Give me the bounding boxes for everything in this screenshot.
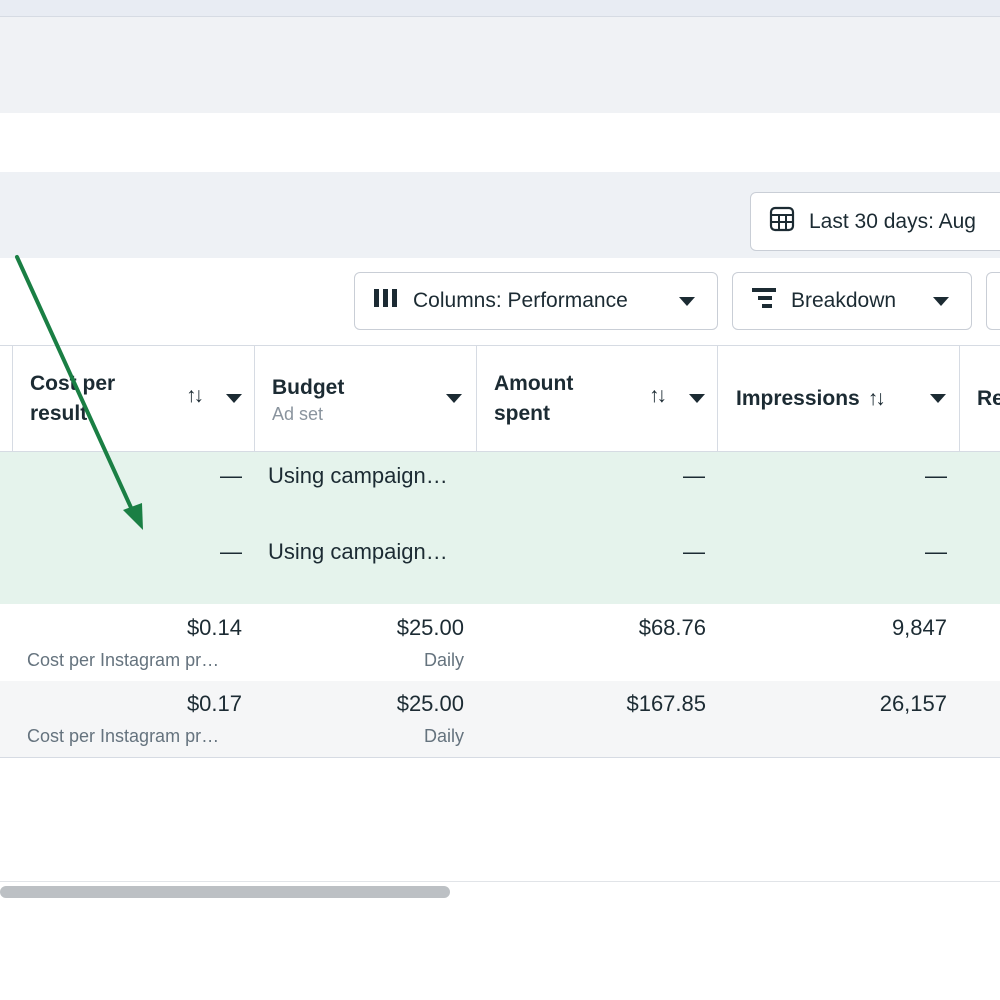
annotation-arrow-icon xyxy=(15,255,143,530)
